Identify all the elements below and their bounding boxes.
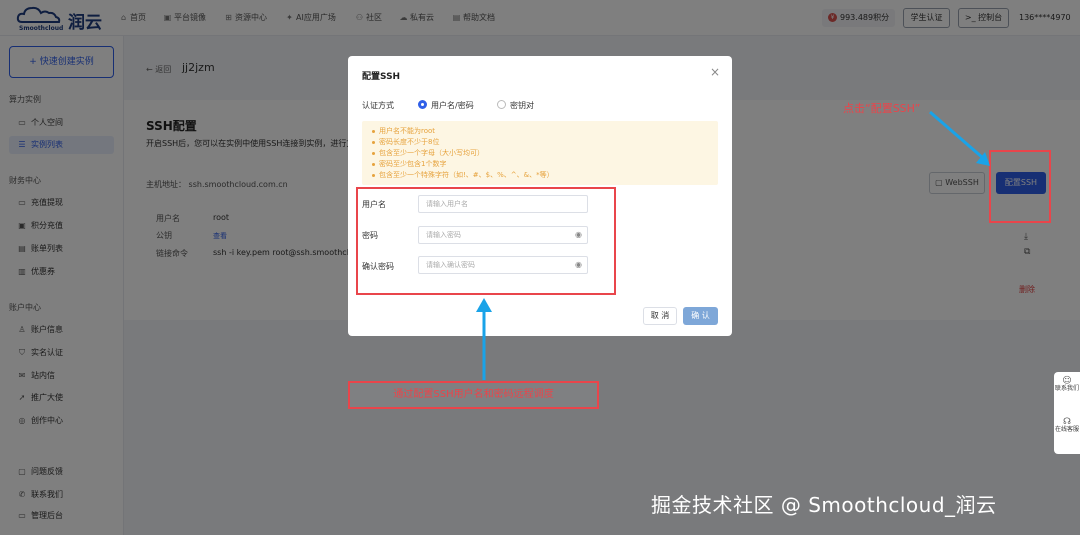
watermark: 掘金技术社区 @ Smoothcloud_润云 xyxy=(651,493,997,517)
arrow-up-head xyxy=(476,298,492,312)
contact-icon: ☺ xyxy=(1062,376,1072,386)
headset-icon: ☊ xyxy=(1063,417,1071,427)
arrow-diag-line xyxy=(929,110,984,160)
float-contact-us[interactable]: ☺ 联系我们 xyxy=(1054,377,1080,393)
float-online-service[interactable]: ☊ 在线客服 xyxy=(1054,418,1080,434)
floating-contact-panel: ☺ 联系我们 ☊ 在线客服 xyxy=(1054,372,1080,454)
annotation-arrows xyxy=(476,110,990,380)
